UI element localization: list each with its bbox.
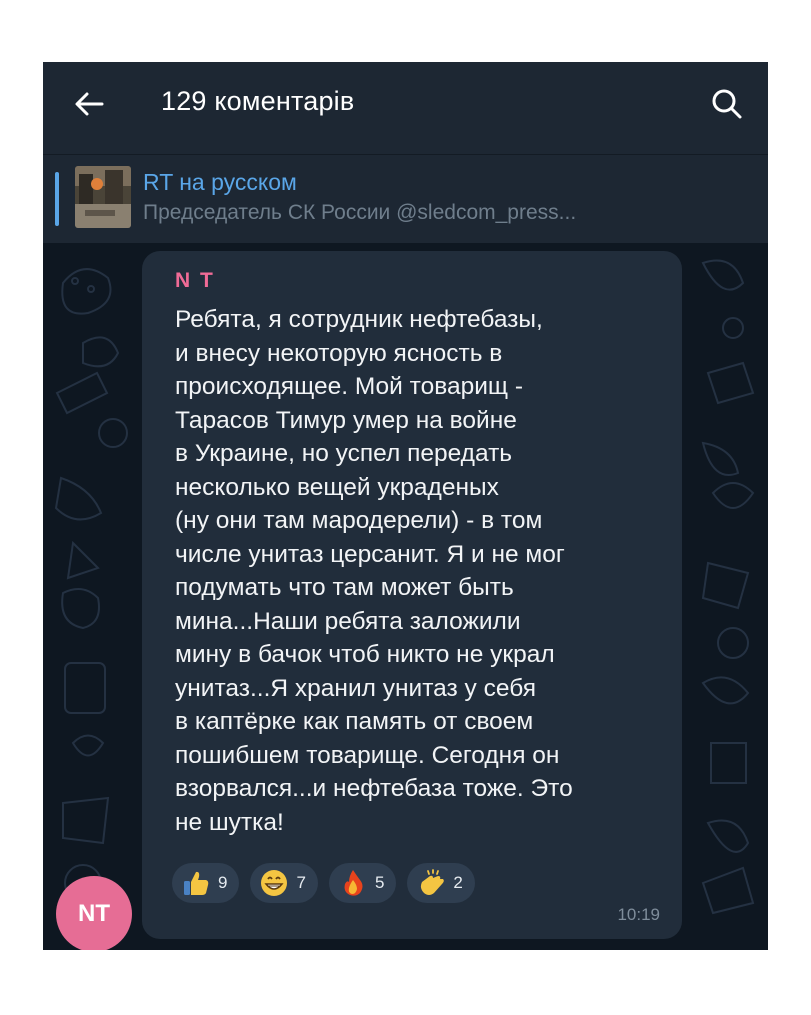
message-line: унитаз...Я хранил унитаз у себя bbox=[175, 674, 536, 702]
message-line: и внесу некоторую ясность в bbox=[175, 339, 503, 367]
comment-bubble[interactable]: N T Ребята, я сотрудник нефтебазы, и вне… bbox=[142, 251, 682, 939]
message-line: (ну они там мародерели) - в том bbox=[175, 507, 543, 534]
channel-name: RT на русском bbox=[143, 169, 297, 195]
reactions-row: 9 7 5 2 bbox=[172, 863, 475, 907]
search-icon bbox=[712, 89, 742, 119]
discussion-channel-post[interactable]: RT на русском Председатель СК России @sl… bbox=[43, 155, 768, 243]
message-line: не шутка! bbox=[175, 808, 284, 836]
sender-name: N T bbox=[175, 269, 215, 292]
reaction-clapping-hands[interactable]: 2 bbox=[407, 863, 475, 903]
message-line: взорвался...и нефтебаза тоже. Это bbox=[175, 775, 573, 802]
reaction-fire[interactable]: 5 bbox=[328, 863, 397, 903]
message-line: в каптёрке как память от своем bbox=[175, 708, 534, 735]
app-header: 129 коментарів bbox=[43, 62, 768, 155]
back-button[interactable] bbox=[69, 84, 109, 124]
reaction-thumbs-up[interactable]: 9 bbox=[172, 863, 240, 903]
message-line: мину в бачок чтоб никто не украл bbox=[175, 641, 555, 668]
reaction-count: 7 bbox=[296, 873, 306, 892]
message-line: происходящее. Мой товарищ - bbox=[175, 373, 524, 400]
message-timestamp: 10:19 bbox=[617, 905, 660, 924]
reaction-count: 2 bbox=[453, 873, 463, 892]
message-line: в Украине, но успел передать bbox=[175, 440, 513, 467]
search-button[interactable] bbox=[707, 84, 747, 124]
fire-icon bbox=[337, 867, 369, 899]
message-text: Ребята, я сотрудник нефтебазы, и внесу н… bbox=[175, 303, 675, 839]
telegram-comments-screen: 129 коментарів RT на русском Председател… bbox=[43, 62, 768, 950]
reaction-grinning-face[interactable]: 7 bbox=[250, 863, 318, 903]
message-line: Тарасов Тимур умер на войне bbox=[175, 406, 517, 434]
accent-bar bbox=[55, 172, 59, 226]
message-line: пошибшем товарище. Сегодня он bbox=[175, 741, 560, 769]
message-line: несколько вещей украденых bbox=[175, 473, 499, 501]
page-title: 129 коментарів bbox=[161, 86, 355, 116]
chat-area[interactable]: N T Ребята, я сотрудник нефтебазы, и вне… bbox=[43, 243, 768, 950]
message-line: Ребята, я сотрудник нефтебазы, bbox=[175, 306, 543, 333]
arrow-left-icon bbox=[75, 92, 104, 116]
clapping-hands-icon bbox=[415, 867, 447, 899]
message-line: подумать что там может быть bbox=[175, 574, 514, 601]
post-thumbnail bbox=[75, 166, 131, 228]
grinning-face-icon bbox=[258, 867, 290, 899]
avatar[interactable]: NT bbox=[56, 876, 132, 950]
reaction-count: 9 bbox=[218, 873, 228, 892]
post-preview-text: Председатель СК России @sledcom_press... bbox=[143, 201, 577, 224]
message-line: мина...Наши ребята заложили bbox=[175, 607, 521, 635]
reaction-count: 5 bbox=[374, 873, 385, 892]
thumbs-up-icon bbox=[180, 867, 212, 899]
message-line: числе унитаз церсанит. Я и не мог bbox=[175, 540, 565, 568]
